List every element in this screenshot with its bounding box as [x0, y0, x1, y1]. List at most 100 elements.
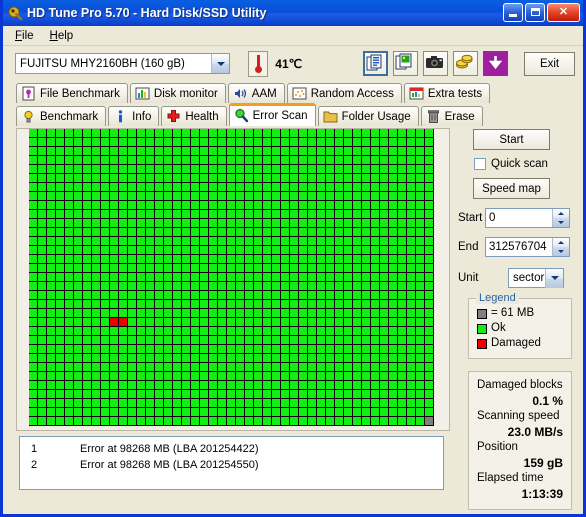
scan-cell: [191, 390, 199, 398]
scan-cell: [425, 354, 433, 362]
scan-cell: [119, 336, 127, 344]
screenshot-button[interactable]: [423, 51, 449, 76]
scan-cell: [335, 246, 343, 254]
scan-cell: [281, 408, 289, 416]
tab-random-access[interactable]: Random Access: [286, 83, 402, 103]
scan-cell: [362, 282, 370, 290]
scan-cell: [236, 138, 244, 146]
scan-cell: [236, 363, 244, 371]
scan-cell: [83, 417, 91, 425]
end-stepper[interactable]: [552, 238, 569, 256]
tab-extra-tests[interactable]: Extra tests: [403, 83, 491, 103]
scan-cell: [380, 228, 388, 236]
scan-cell: [227, 336, 235, 344]
scan-cell: [299, 183, 307, 191]
copy-image-button[interactable]: [393, 51, 419, 76]
scan-cell: [254, 255, 262, 263]
error-list[interactable]: 1 Error at 98268 MB (LBA 201254422) 2 Er…: [19, 436, 444, 490]
scan-cell: [182, 408, 190, 416]
scan-cell: [344, 372, 352, 380]
scan-cell: [191, 210, 199, 218]
scan-map[interactable]: [16, 128, 450, 431]
tab-info[interactable]: Info: [108, 106, 160, 126]
menu-item-help[interactable]: Help: [43, 28, 83, 44]
scan-cell: [119, 228, 127, 236]
maximize-button[interactable]: [525, 3, 545, 22]
scan-cell: [209, 372, 217, 380]
stepper-up-icon[interactable]: [553, 209, 569, 218]
scan-cell: [83, 363, 91, 371]
scan-cell: [254, 327, 262, 335]
start-stepper[interactable]: [552, 209, 569, 227]
scan-cell: [380, 147, 388, 155]
scan-cell: [416, 264, 424, 272]
scan-cell: [146, 174, 154, 182]
tab-health[interactable]: Health: [161, 106, 227, 126]
tab-disk-monitor[interactable]: Disk monitor: [129, 83, 226, 103]
start-input[interactable]: 0: [485, 208, 570, 228]
scan-cell: [128, 156, 136, 164]
scan-cell: [263, 336, 271, 344]
tab-benchmark[interactable]: Benchmark: [16, 106, 107, 126]
tab-file-benchmark[interactable]: File Benchmark: [16, 83, 128, 103]
legend-damaged-swatch: [477, 338, 487, 349]
scan-cell: [308, 219, 316, 227]
quick-scan-row[interactable]: Quick scan: [474, 158, 578, 170]
chevron-down-icon[interactable]: [545, 268, 563, 288]
scan-cell: [47, 417, 55, 425]
scan-cell: [281, 291, 289, 299]
tab-aam[interactable]: AAM: [227, 83, 285, 103]
scan-cell: [92, 174, 100, 182]
quick-scan-checkbox[interactable]: [474, 158, 486, 170]
scan-cell: [281, 354, 289, 362]
exit-button[interactable]: Exit: [524, 51, 575, 76]
scan-cell: [371, 156, 379, 164]
scan-cell: [164, 264, 172, 272]
end-input[interactable]: 312576704: [485, 237, 570, 257]
stepper-down-icon[interactable]: [553, 247, 569, 256]
save-button[interactable]: [483, 51, 509, 76]
scan-cell: [380, 192, 388, 200]
scan-cell: [146, 183, 154, 191]
scan-cell: [200, 147, 208, 155]
scan-cell: [425, 246, 433, 254]
scan-cell: [101, 246, 109, 254]
scan-cell: [398, 345, 406, 353]
tab-folder-usage[interactable]: Folder Usage: [317, 106, 419, 126]
scan-grid[interactable]: [29, 129, 434, 426]
stepper-up-icon[interactable]: [553, 238, 569, 247]
scan-cell: [416, 327, 424, 335]
menu-item-file[interactable]: File: [8, 28, 43, 44]
scan-cell: [263, 201, 271, 209]
scan-cell: [47, 210, 55, 218]
tab-error-scan[interactable]: Error Scan: [228, 103, 316, 126]
speed-map-button[interactable]: Speed map: [473, 178, 550, 199]
scan-cell: [182, 309, 190, 317]
drive-select[interactable]: FUJITSU MHY2160BH (160 gB): [15, 53, 231, 74]
close-button[interactable]: ✕: [547, 3, 580, 22]
scan-cell: [380, 345, 388, 353]
scan-cell: [29, 237, 37, 245]
scan-cell: [380, 327, 388, 335]
copy-text-button[interactable]: [363, 51, 389, 76]
scan-cell: [371, 228, 379, 236]
scan-cell: [137, 282, 145, 290]
scan-cell: [173, 408, 181, 416]
donate-button[interactable]: [453, 51, 479, 76]
scan-cell: [56, 381, 64, 389]
unit-select[interactable]: sector: [508, 268, 564, 288]
scan-cell: [65, 147, 73, 155]
scan-cell: [308, 318, 316, 326]
scan-cell: [362, 210, 370, 218]
minimize-button[interactable]: [503, 3, 523, 22]
unit-select-value: sector: [513, 272, 545, 284]
scan-cell: [326, 138, 334, 146]
start-button[interactable]: Start: [473, 129, 550, 150]
tab-erase[interactable]: Erase: [420, 106, 483, 126]
scan-cell: [191, 183, 199, 191]
scan-cell: [65, 399, 73, 407]
scan-cell: [308, 363, 316, 371]
stepper-down-icon[interactable]: [553, 218, 569, 227]
scan-cell: [200, 183, 208, 191]
chevron-down-icon[interactable]: [211, 54, 230, 73]
